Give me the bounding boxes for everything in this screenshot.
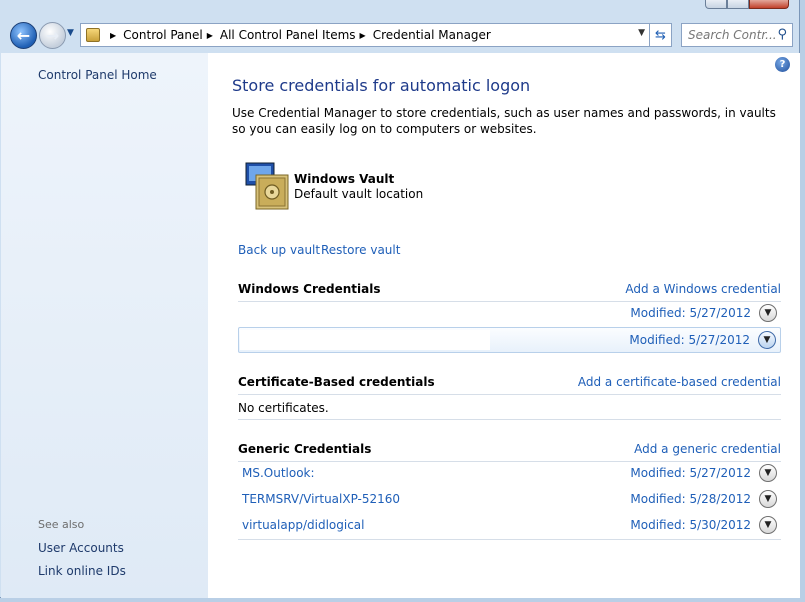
back-arrow-icon: ← [16,26,31,45]
add-certificate-credential-link[interactable]: Add a certificate-based credential [578,375,781,389]
breadcrumb-all-items[interactable]: All Control Panel Items [220,28,356,42]
breadcrumb-credential-manager[interactable]: Credential Manager [373,28,491,42]
navigation-bar: ← → ▼ ▶ Control Panel ▶ All Control Pane… [0,18,800,52]
add-windows-credential-link[interactable]: Add a Windows credential [625,282,781,296]
maximize-button[interactable] [727,0,749,9]
close-button[interactable] [749,0,789,9]
credential-modified: Modified: 5/27/2012 [630,466,751,480]
see-also-label: See also [38,518,85,531]
redacted-credential-name [240,330,490,350]
generic-credential-row[interactable]: TERMSRV/VirtualXP-52160 Modified: 5/28/2… [238,487,781,513]
breadcrumb-chevron-icon[interactable]: ▶ [207,31,213,40]
add-generic-credential-link[interactable]: Add a generic credential [634,442,781,456]
user-accounts-link[interactable]: User Accounts [38,541,124,555]
forward-arrow-icon: → [45,26,60,45]
control-panel-home-link[interactable]: Control Panel Home [38,68,157,82]
recent-pages-dropdown-icon[interactable]: ▼ [67,28,74,38]
help-icon[interactable]: ? [775,57,790,72]
link-online-ids-link[interactable]: Link online IDs [38,564,126,578]
credential-modified: Modified: 5/27/2012 [630,306,751,320]
windows-credential-row[interactable]: Modified: 5/27/2012 ▼ [238,301,781,327]
expand-chevron-icon[interactable]: ▼ [759,304,777,322]
credential-modified: Modified: 5/28/2012 [630,492,751,506]
page-title: Store credentials for automatic logon [232,76,531,95]
address-bar[interactable]: ▶ Control Panel ▶ All Control Panel Item… [80,23,650,47]
vault-location: Default vault location [294,187,424,201]
windows-credentials-heading: Windows Credentials [238,282,381,296]
vault-name[interactable]: Windows Vault [294,172,394,186]
forward-button[interactable]: → [39,22,66,49]
windows-vault-icon [245,162,289,210]
back-up-vault-link[interactable]: Back up vault [238,243,320,257]
breadcrumb-chevron-icon[interactable]: ▶ [110,31,116,40]
search-input[interactable]: Search Contr... ⚲ [681,23,793,47]
credential-name[interactable]: TERMSRV/VirtualXP-52160 [242,492,400,506]
credential-modified: Modified: 5/30/2012 [630,518,751,532]
windows-credential-row-selected[interactable]: Modified: 5/27/2012 ▼ [238,327,781,353]
address-dropdown-icon[interactable]: ▼ [638,28,645,38]
section-divider [238,394,781,395]
credential-modified: Modified: 5/27/2012 [629,333,750,347]
credential-name[interactable]: virtualapp/didlogical [242,518,364,532]
back-button[interactable]: ← [10,22,37,49]
sidebar: Control Panel Home See also User Account… [1,53,208,598]
caption-buttons [705,0,789,9]
page-description: Use Credential Manager to store credenti… [232,106,776,136]
search-icon[interactable]: ⚲ [777,27,787,42]
credential-name[interactable]: MS.Outlook: [242,466,315,480]
expand-chevron-icon[interactable]: ▼ [758,331,776,349]
generic-credentials-heading: Generic Credentials [238,442,372,456]
control-panel-icon [86,28,100,42]
content-pane: ? Store credentials for automatic logon … [208,53,800,598]
expand-chevron-icon[interactable]: ▼ [759,464,777,482]
refresh-button[interactable]: ⇆ [650,23,672,47]
section-divider [238,539,781,540]
breadcrumb-chevron-icon[interactable]: ▶ [360,31,366,40]
generic-credential-row[interactable]: virtualapp/didlogical Modified: 5/30/201… [238,513,781,539]
breadcrumb-control-panel[interactable]: Control Panel [123,28,203,42]
generic-credential-row[interactable]: MS.Outlook: Modified: 5/27/2012 ▼ [238,461,781,487]
explorer-window: ← → ▼ ▶ Control Panel ▶ All Control Pane… [0,0,800,598]
no-certificates-text: No certificates. [238,401,329,415]
certificate-credentials-heading: Certificate-Based credentials [238,375,435,389]
refresh-icon: ⇆ [655,27,666,43]
expand-chevron-icon[interactable]: ▼ [759,516,777,534]
restore-vault-link[interactable]: Restore vault [321,243,400,257]
expand-chevron-icon[interactable]: ▼ [759,490,777,508]
section-divider [238,419,781,420]
minimize-button[interactable] [705,0,727,9]
search-placeholder: Search Contr... [688,28,777,42]
